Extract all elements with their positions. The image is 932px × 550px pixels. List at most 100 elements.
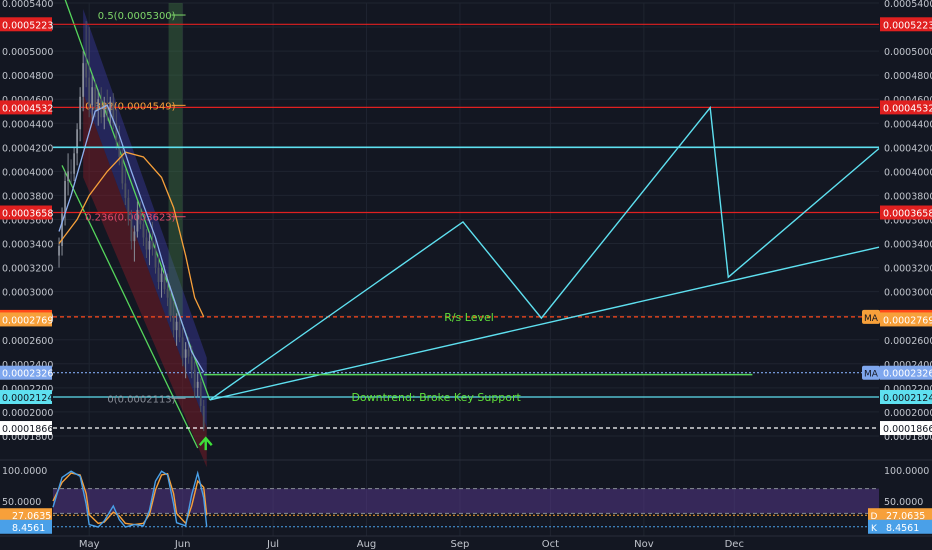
candle-body (82, 63, 85, 97)
left-tick-label: 0.0003000 (2, 288, 53, 299)
candle-body (130, 219, 133, 242)
candle-body (139, 209, 142, 225)
ma-badge-label: MA (864, 370, 879, 380)
annotation-label: R/s Level (444, 311, 494, 324)
candle-body (118, 141, 121, 157)
left-tick-label: 0.0004400 (2, 119, 53, 130)
fib-level-label: 0.5(0.0005300) (98, 11, 176, 22)
right-tick-label: 0.0003400 (884, 240, 932, 251)
right-price-tag-label: 0.0002326 (883, 369, 932, 380)
left-tick-label: 0.0003800 (2, 191, 53, 202)
candle-body (160, 273, 163, 283)
left-price-tag-label: 0.0004532 (2, 103, 53, 114)
candle-body (166, 289, 169, 298)
candle-body (172, 315, 175, 331)
right-price-tag-label: 0.0001866 (883, 424, 932, 435)
candle-body (175, 321, 178, 331)
candle-body (94, 87, 97, 109)
candle-body (133, 231, 136, 242)
time-tick-label: Jun (174, 539, 191, 550)
ma-badge-label: MA (864, 314, 879, 324)
right-osc-tag-label: 8.4561 (886, 523, 919, 534)
left-osc-tag-label: 8.4561 (12, 523, 45, 534)
time-tick-label: Sep (451, 539, 470, 550)
candle-body (163, 273, 166, 290)
left-tick-label: 0.0005400 (2, 0, 53, 10)
left-tick-label: 0.0005000 (2, 47, 53, 58)
osc-left-tick-label: 100.0000 (2, 466, 47, 477)
left-tick-label: 0.0002600 (2, 336, 53, 347)
right-price-tag-label: 0.0003658 (883, 209, 932, 220)
left-price-tag-label: 0.0005223 (2, 20, 53, 31)
osc-right-tick-label: 50.0000 (884, 497, 923, 508)
candle-body (64, 181, 66, 214)
time-tick-label: Aug (357, 539, 377, 550)
candle-body (196, 381, 199, 388)
right-tick-label: 0.0002600 (884, 336, 932, 347)
right-tick-label: 0.0003200 (884, 264, 932, 275)
candle-body (67, 171, 69, 181)
left-price-tag-label: 0.0001866 (2, 424, 53, 435)
fib-time-zone (168, 3, 183, 316)
price-chart[interactable]: 0.5(0.0005300)0.382(0.0004549)0.236(0.00… (0, 0, 932, 550)
fib-level-label: 0.236(0.0003623) (85, 213, 176, 224)
candle-body (148, 241, 151, 250)
right-tick-label: 0.0003000 (884, 288, 932, 299)
candle-body (76, 129, 79, 154)
candle-body (157, 267, 160, 283)
time-tick-label: Dec (725, 539, 744, 550)
right-price-tag-label: 0.0004532 (883, 103, 932, 114)
left-tick-label: 0.0004200 (2, 143, 53, 154)
left-price-tag-label: 0.0002769 (2, 315, 53, 326)
candle-body (202, 405, 205, 428)
fib-level-label: 0(0.0002113) (107, 394, 175, 405)
right-tick-label: 0.0004400 (884, 119, 932, 130)
candle-body (193, 369, 196, 388)
left-tick-label: 0.0003200 (2, 264, 53, 275)
candle-body (85, 63, 88, 78)
candle-body (181, 337, 184, 358)
candle-body (187, 349, 190, 357)
left-tick-label: 0.0004800 (2, 71, 53, 82)
left-tick-label: 0.0004000 (2, 167, 53, 178)
candle-body (151, 241, 154, 249)
right-tick-label: 0.0004200 (884, 143, 932, 154)
right-tick-label: 0.0005400 (884, 0, 932, 10)
right-tick-label: 0.0005000 (884, 47, 932, 58)
right-price-tag-label: 0.0002769 (883, 315, 932, 326)
candle-body (142, 224, 145, 238)
candle-body (154, 248, 157, 268)
left-price-tag-label: 0.0002124 (2, 393, 53, 404)
candle-body (178, 321, 181, 338)
right-price-tag-label: 0.0005223 (883, 20, 932, 31)
right-tick-label: 0.0004000 (884, 167, 932, 178)
candle-body (58, 245, 60, 256)
candle-body (184, 349, 187, 358)
candle-body (136, 209, 139, 232)
candle-body (190, 356, 193, 370)
time-tick-label: Oct (542, 539, 559, 550)
left-tick-label: 0.0003400 (2, 240, 53, 251)
candle-body (145, 237, 148, 250)
osc-left-tick-label: 50.0000 (2, 497, 41, 508)
right-price-tag-label: 0.0002124 (883, 393, 932, 404)
time-tick-label: Jul (266, 539, 279, 550)
osc-right-tick-label: 100.0000 (884, 466, 929, 477)
candle-body (88, 77, 91, 106)
candle-body (79, 96, 82, 130)
annotation-label: Downtrend: Broke Key Support (351, 391, 521, 404)
candle-body (199, 381, 202, 406)
time-tick-label: Nov (634, 539, 654, 550)
candle-body (127, 197, 130, 220)
left-price-tag-label: 0.0003658 (2, 209, 53, 220)
candle-body (97, 99, 100, 109)
candle-body (70, 171, 72, 174)
candle-body (169, 297, 172, 316)
right-tick-label: 0.0003800 (884, 191, 932, 202)
time-tick-label: May (79, 539, 100, 550)
oscillator-band-fill (53, 488, 879, 514)
right-tick-label: 0.0004800 (884, 71, 932, 82)
right-tick-label: 0.0002000 (884, 408, 932, 419)
left-price-tag-label: 0.0002326 (2, 369, 53, 380)
candle-body (124, 183, 127, 198)
